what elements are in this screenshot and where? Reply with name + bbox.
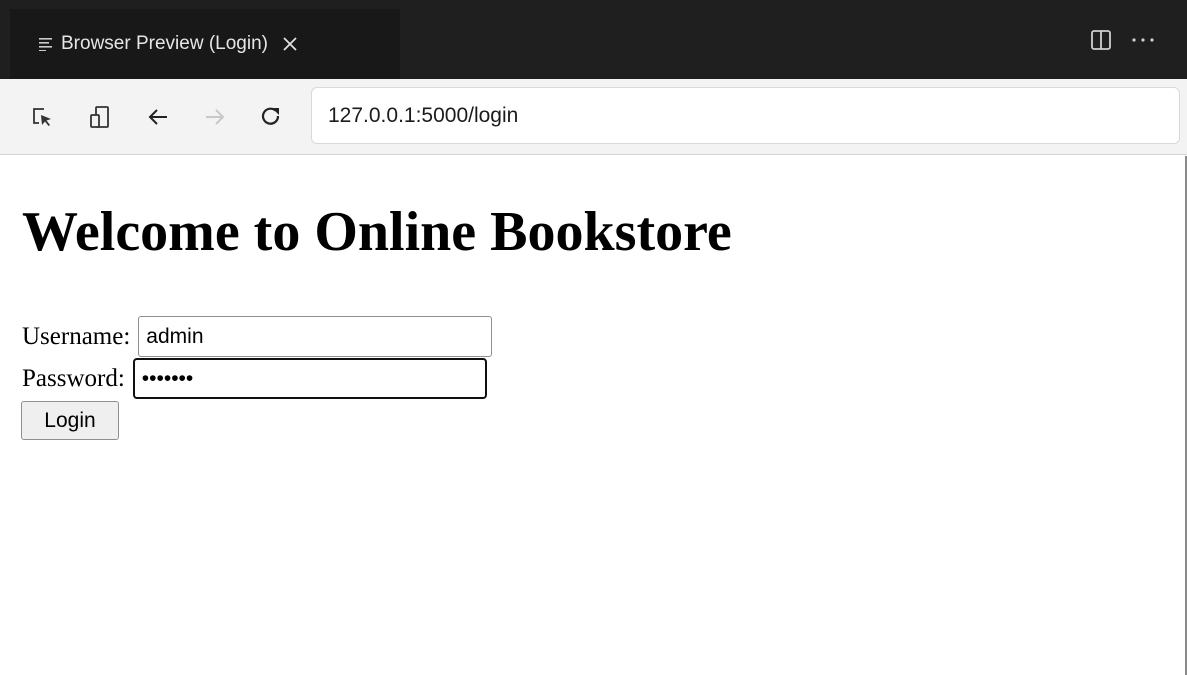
password-label: Password: <box>22 364 125 392</box>
page-viewport: Welcome to Online Bookstore Username: Pa… <box>0 156 1183 675</box>
reload-icon[interactable] <box>257 103 285 131</box>
split-editor-icon[interactable] <box>1089 28 1113 52</box>
forward-arrow-icon[interactable] <box>201 103 229 131</box>
close-icon[interactable] <box>280 34 300 54</box>
password-row: Password: <box>22 358 487 399</box>
inspect-element-icon[interactable] <box>28 103 56 131</box>
username-input[interactable] <box>138 316 493 357</box>
browser-toolbar: 127.0.0.1:5000/login <box>0 79 1187 155</box>
more-actions-icon[interactable] <box>1131 28 1155 52</box>
address-bar[interactable]: 127.0.0.1:5000/login <box>311 87 1180 144</box>
page-title: Welcome to Online Bookstore <box>22 201 732 263</box>
device-toggle-icon[interactable] <box>86 103 114 131</box>
login-button[interactable]: Login <box>21 401 119 440</box>
tab-title: Browser Preview (Login) <box>61 33 268 54</box>
back-arrow-icon[interactable] <box>144 103 172 131</box>
username-row: Username: <box>22 316 493 357</box>
document-lines-icon <box>39 37 53 51</box>
username-label: Username: <box>22 322 131 350</box>
editor-tab-bar: Browser Preview (Login) <box>0 0 1187 79</box>
tab-browser-preview[interactable]: Browser Preview (Login) <box>10 9 400 79</box>
password-input[interactable] <box>132 358 487 399</box>
